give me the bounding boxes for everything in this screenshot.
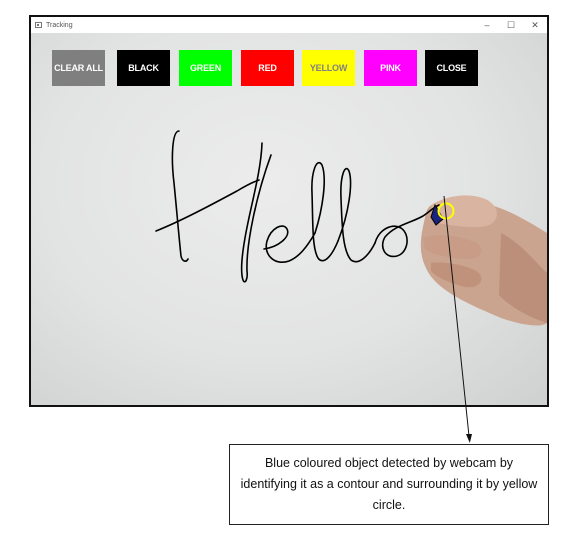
annotation-callout: Blue coloured object detected by webcam … [229,444,549,525]
color-toolbar: CLEAR ALL BLACK GREEN RED YELLOW PINK CL… [31,33,547,93]
close-button[interactable]: CLOSE [425,50,478,86]
tracking-window: Tracking – ☐ ✕ CLEAR ALL BLACK GREEN RED… [29,15,549,407]
stroke-e [263,225,316,263]
arrow-head [466,434,472,443]
stroke-h-left [171,130,189,262]
stroke-l1 [311,162,339,262]
drawn-strokes [155,130,440,283]
pink-button[interactable]: PINK [364,50,417,86]
close-window-button[interactable]: ✕ [523,17,547,33]
green-button[interactable]: GREEN [179,50,232,86]
black-button[interactable]: BLACK [117,50,170,86]
window-title: Tracking [46,21,73,29]
callout-text: Blue coloured object detected by webcam … [240,456,538,512]
red-button[interactable]: RED [241,50,294,86]
clear-all-button[interactable]: CLEAR ALL [52,50,105,86]
minimize-button[interactable]: – [475,17,499,33]
title-bar[interactable]: Tracking – ☐ ✕ [31,17,547,33]
stroke-l2 [337,167,376,263]
window-icon [35,22,42,28]
yellow-button[interactable]: YELLOW [302,50,355,86]
stroke-h-right [240,142,272,283]
stroke-h-bar [155,179,260,232]
webcam-canvas[interactable]: CLEAR ALL BLACK GREEN RED YELLOW PINK CL… [31,33,547,405]
maximize-button[interactable]: ☐ [499,17,523,33]
